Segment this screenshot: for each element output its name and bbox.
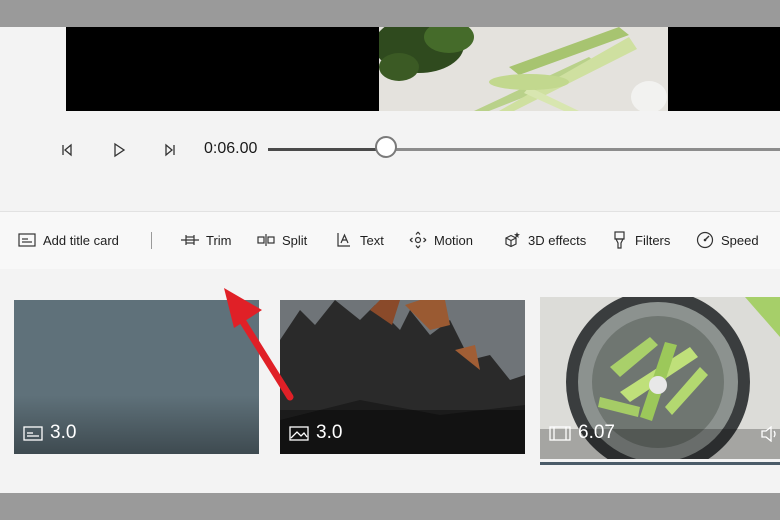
app-window: 0:06.00 Add title card Trim Split Text M… — [0, 27, 780, 493]
clip-duration-text: 3.0 — [316, 422, 343, 443]
split-icon — [257, 234, 275, 246]
text-button[interactable]: Text — [335, 230, 384, 250]
trim-label: Trim — [206, 232, 232, 248]
text-icon — [337, 233, 350, 247]
speed-button[interactable]: Speed — [696, 230, 759, 250]
seek-progress — [268, 148, 388, 151]
3d-effects-icon — [505, 232, 520, 248]
3d-effects-button[interactable]: 3D effects — [503, 230, 586, 250]
image-icon — [23, 425, 43, 441]
play-icon — [114, 142, 126, 158]
clip-duration: 6.07 — [549, 422, 615, 444]
preview-letterbox-left — [66, 27, 379, 111]
filters-button[interactable]: Filters — [612, 230, 670, 250]
play-button[interactable] — [108, 139, 130, 161]
preview-frame-image — [379, 27, 668, 111]
volume-icon — [761, 425, 776, 443]
playback-time: 0:06.00 — [204, 140, 258, 157]
film-icon — [549, 425, 571, 441]
add-title-card-button[interactable]: Add title card — [18, 230, 119, 250]
seek-thumb[interactable] — [375, 136, 397, 158]
storyboard-clip-photo[interactable]: 3.0 — [280, 300, 525, 454]
step-back-icon — [62, 143, 72, 157]
3d-effects-label: 3D effects — [528, 232, 587, 248]
video-preview-area — [0, 27, 780, 211]
clip-duration-text: 6.07 — [578, 422, 615, 443]
speedometer-icon — [696, 231, 714, 249]
motion-label: Motion — [434, 232, 474, 248]
image-icon — [289, 425, 309, 441]
trim-icon — [181, 235, 199, 245]
step-forward-icon — [165, 143, 175, 157]
title-card-icon — [18, 233, 36, 247]
text-label: Text — [360, 232, 384, 248]
volume-button[interactable] — [760, 425, 780, 447]
filters-label: Filters — [635, 232, 671, 248]
filters-icon — [614, 231, 625, 249]
toolbar-divider — [151, 232, 152, 249]
next-frame-button[interactable] — [159, 139, 181, 161]
clip-duration-text: 3.0 — [50, 422, 77, 443]
split-button[interactable]: Split — [257, 230, 307, 250]
selected-clip-indicator — [540, 462, 780, 465]
motion-icon — [409, 231, 427, 249]
speed-label: Speed — [721, 232, 759, 248]
storyboard-clip-video[interactable]: 6.07 — [540, 297, 780, 459]
clip-duration: 3.0 — [23, 422, 76, 444]
clip-duration: 3.0 — [289, 422, 342, 444]
split-label: Split — [282, 232, 308, 248]
preview-letterbox-right — [668, 27, 780, 111]
motion-button[interactable]: Motion — [409, 230, 473, 250]
previous-frame-button[interactable] — [56, 139, 78, 161]
trim-button[interactable]: Trim — [181, 230, 232, 250]
add-title-card-label: Add title card — [43, 232, 119, 248]
storyboard-clip-title-card[interactable]: 3.0 — [14, 300, 259, 454]
